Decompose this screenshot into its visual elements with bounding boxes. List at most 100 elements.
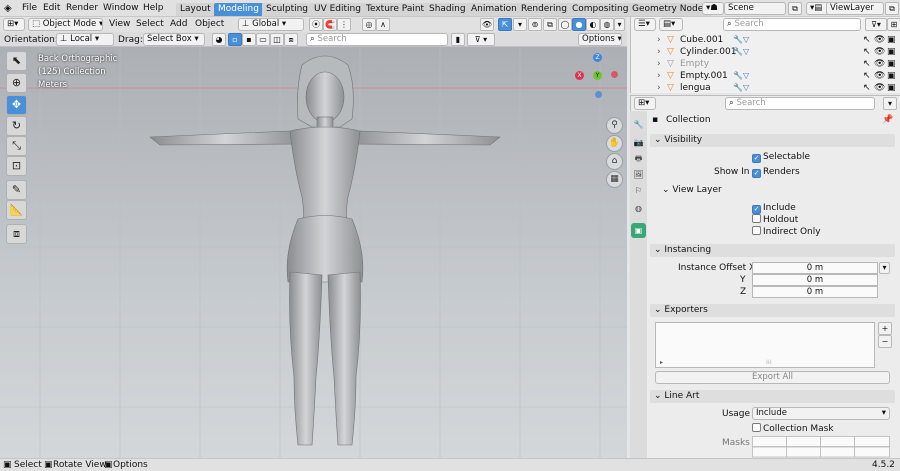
menu-window[interactable]: Window [103,3,139,13]
shading-material-icon[interactable]: ◐ [586,18,600,31]
outliner-item-name[interactable]: lengua [680,82,711,94]
scene-icon[interactable]: ▾☗ [702,2,724,15]
shading-wireframe-icon[interactable]: ◯ [558,18,572,31]
tab-rendering[interactable]: Rendering [517,3,571,16]
menu-select[interactable]: Select [136,19,164,29]
outliner-item-name[interactable]: Cylinder.001 [680,46,736,58]
select-toggle-icon[interactable]: ↖ [863,70,871,82]
expand-arrow-icon[interactable]: › [657,70,661,82]
select-set-icon[interactable]: ▫ [228,33,242,46]
tab-scene-icon[interactable]: ⚐ [631,183,646,198]
view-layer-browse-icon[interactable]: ⧉ [885,2,899,15]
menu-help[interactable]: Help [143,3,164,13]
instancing-panel-header[interactable]: ⌄ Instancing [650,244,895,257]
measure-tool-icon[interactable]: 📐 [6,200,27,220]
properties-search-input[interactable]: ⌕ Search [725,97,875,110]
scene-browse-icon[interactable]: ⧉ [788,2,802,15]
render-camera-icon[interactable]: ▣ [887,82,896,94]
usage-selector[interactable]: Include ▾ [752,407,890,420]
properties-editor-icon[interactable]: ⊞▾ [634,97,656,110]
expand-arrow-icon[interactable]: › [657,46,661,58]
drag-selector[interactable]: Select Box ▾ [143,33,205,46]
xray-toggle-icon[interactable]: ⧉ [543,18,557,31]
menu-object[interactable]: Object [195,19,224,29]
scene-selector[interactable]: Scene [724,2,786,15]
gizmo-z-axis[interactable]: Z [593,53,602,62]
masks-grid[interactable] [752,436,890,458]
cursor-tool-icon[interactable]: ⊕ [6,73,27,93]
select-toggle-icon[interactable]: ↖ [863,82,871,94]
instance-offset-z-field[interactable]: 0 m [752,286,878,298]
pin-icon[interactable]: 📌 [882,115,893,125]
tab-world-icon[interactable]: ◍ [631,201,646,216]
tab-compositing[interactable]: Compositing [568,3,633,16]
snap-target-icon[interactable]: ⋮ [337,18,351,31]
remove-exporter-button[interactable]: − [878,335,892,348]
exporters-list[interactable]: ▸ ⁞⁞⁞ [655,322,875,368]
visibility-eye-icon[interactable]: 👁 [874,34,885,46]
select-subtract-icon[interactable]: ▭ [256,33,270,46]
transform-orientation-selector[interactable]: ⊥ Global ▾ [238,18,304,31]
gizmo-toggle-icon[interactable]: ⇱ [498,18,512,31]
gizmo-neg-z-axis[interactable] [595,91,602,98]
move-tool-icon[interactable]: ✥ [6,95,27,115]
visibility-eye-icon[interactable]: 👁 [874,82,885,94]
outliner-item[interactable]: › ▽ Empty.001 ↖ 👁 ▣ 🔧▽ [631,70,900,82]
select-intersect-icon[interactable]: ⧈ [284,33,298,46]
view-layer-selector[interactable]: ViewLayer [826,2,884,15]
outliner-item-name[interactable]: Empty [680,58,709,70]
falloff-icon[interactable]: ∧ [376,18,390,31]
visibility-panel-header[interactable]: ⌄ Visibility [650,134,895,147]
list-expand-icon[interactable]: ▸ [660,359,663,366]
render-camera-icon[interactable]: ▣ [887,58,896,70]
visibility-eye-icon[interactable]: 👁 [874,70,885,82]
outliner-new-collection-icon[interactable]: ⊞ [887,18,900,31]
pivot-icon[interactable]: ⦿ [309,18,323,31]
scale-tool-icon[interactable]: ⤡ [6,136,27,156]
gizmo-dropdown-icon[interactable]: ▾ [513,18,527,31]
select-toggle-icon[interactable]: ↖ [863,46,871,58]
outliner-item-name[interactable]: Cube.001 [680,34,723,46]
editor-type-icon[interactable]: ⊞▾ [3,18,25,31]
menu-render[interactable]: Render [66,3,98,13]
list-resize-handle[interactable]: ⁞⁞⁞ [766,359,772,366]
camera-view-icon[interactable]: ⌂ [606,153,623,170]
outliner-display-mode-icon[interactable]: ▤▾ [659,18,683,31]
gizmo-x-axis[interactable]: X [575,71,584,80]
menu-edit[interactable]: Edit [43,3,60,13]
annotate-tool-icon[interactable]: ✎ [6,180,27,200]
gizmo-neg-x-axis[interactable] [611,71,618,78]
tab-texture-paint[interactable]: Texture Paint [362,3,429,16]
properties-options-icon[interactable]: ▾ [883,97,897,110]
character-model[interactable] [0,47,627,458]
snap-toggle-icon[interactable]: 🧲 [323,18,337,31]
tab-render-icon[interactable]: 📷 [631,135,646,150]
color-picker-icon[interactable]: ◕ [212,33,226,46]
outliner-search-input[interactable]: ⌕ Search [723,18,861,31]
expand-arrow-icon[interactable]: › [657,58,661,70]
collection-mask-checkbox[interactable]: Collection Mask [752,423,834,434]
tab-modeling[interactable]: Modeling [214,3,263,16]
rotate-tool-icon[interactable]: ↻ [6,116,27,136]
outliner-editor-icon[interactable]: ☰▾ [634,18,656,31]
selectable-checkbox[interactable]: ✓ Selectable [752,152,810,163]
export-all-button[interactable]: Export All [655,371,890,384]
holdout-checkbox[interactable]: Holdout [752,214,798,225]
options-button[interactable]: Options ▾ [578,33,622,46]
expand-arrow-icon[interactable]: › [657,82,661,94]
menu-view[interactable]: View [109,19,130,29]
outliner-item[interactable]: › ▽ Cube.001 ↖ 👁 ▣ 🔧▽ [631,34,900,46]
view-layer-subpanel[interactable]: ⌄ View Layer [662,185,722,195]
zoom-icon[interactable]: ⚲ [606,117,623,134]
renders-checkbox[interactable]: ✓ Renders [752,167,800,178]
line-art-panel-header[interactable]: ⌄ Line Art [650,390,895,403]
instance-offset-x-field[interactable]: 0 m [752,262,878,274]
tab-collection-icon[interactable]: ▣ [631,223,646,238]
visibility-selector-icon[interactable]: 👁 [480,18,494,31]
blender-logo-icon[interactable]: ◈ [4,3,12,14]
shading-rendered-icon[interactable]: ◍ [600,18,614,31]
add-cube-tool-icon[interactable]: ⧈ [6,224,27,244]
indirect-only-checkbox[interactable]: Indirect Only [752,226,821,237]
select-invert-icon[interactable]: ◫ [270,33,284,46]
select-extend-icon[interactable]: ▪ [242,33,256,46]
